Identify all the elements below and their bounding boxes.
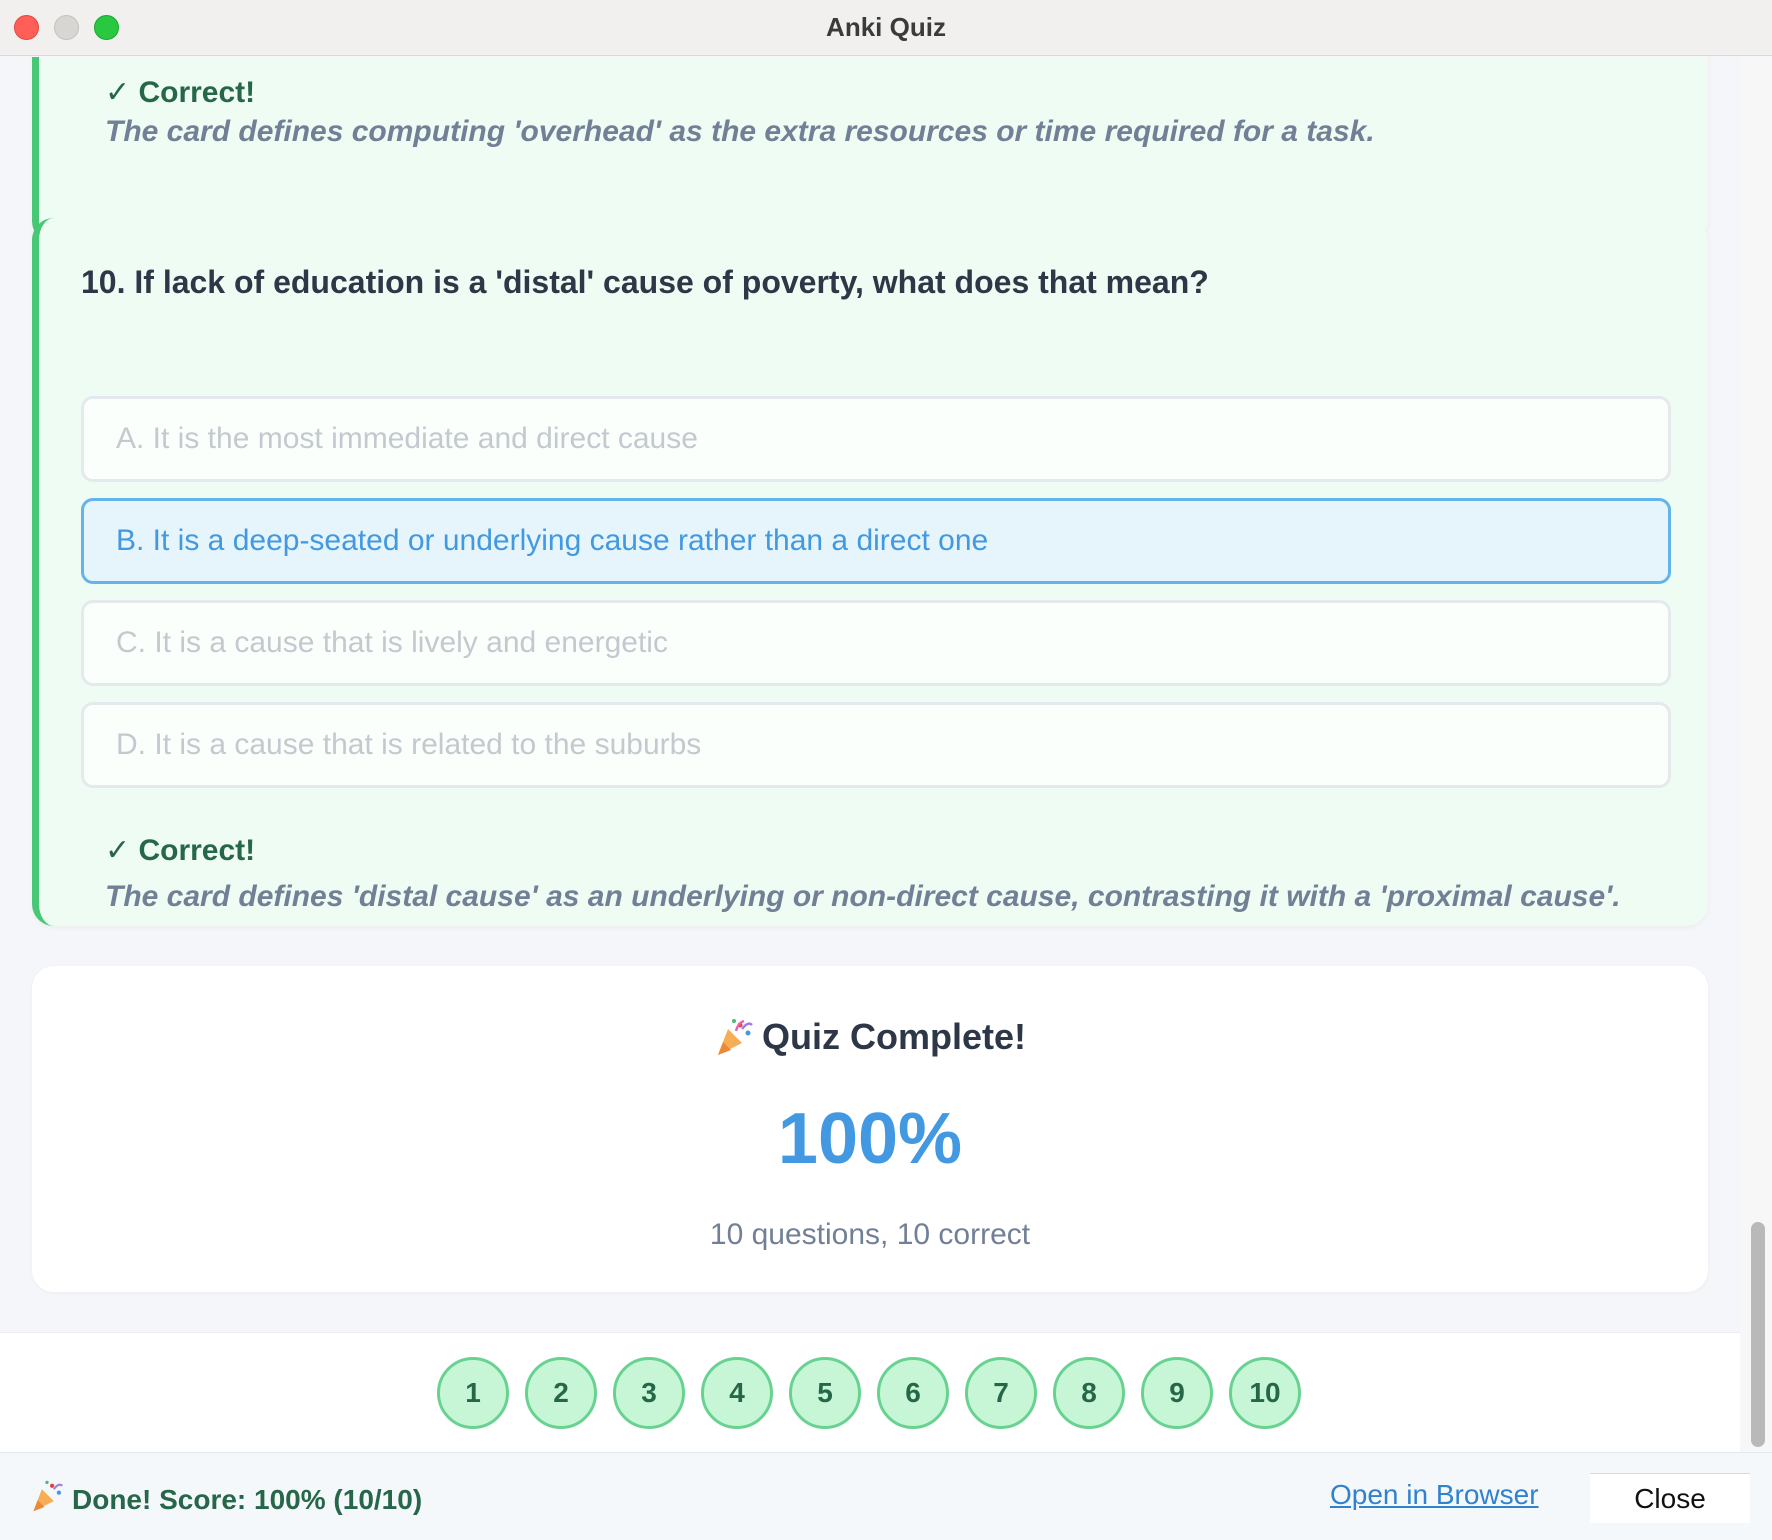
question-nav-button[interactable]: 10 [1229,1357,1301,1429]
window-minimize-button[interactable] [54,15,79,40]
question-card-10: 10. If lack of education is a 'distal' c… [32,218,1708,926]
question-nav-button[interactable]: 7 [965,1357,1037,1429]
question-nav-button[interactable]: 2 [525,1357,597,1429]
answer-option-label: C. It is a cause that is lively and ener… [116,626,668,659]
scrollbar-thumb[interactable] [1751,1222,1765,1447]
window-close-button[interactable] [14,15,39,40]
window-title: Anki Quiz [826,12,946,42]
score-summary: 10 questions, 10 correct [709,1218,1031,1251]
footer-status-text: Done! Score: 100% (10/10) [72,1483,423,1515]
feedback-explanation: The card defines 'distal cause' as an un… [105,880,1621,913]
answer-option-c[interactable]: C. It is a cause that is lively and ener… [81,600,1671,686]
feedback-explanation: The card defines computing 'overhead' as… [105,115,1375,148]
question-card-9: ✓ Correct! The card defines computing 'o… [32,57,1708,243]
answer-option-b[interactable]: B. It is a deep-seated or underlying cau… [81,498,1671,584]
question-nav-button[interactable]: 5 [789,1357,861,1429]
feedback-title: ✓ Correct! [105,834,256,867]
question-nav-button[interactable]: 3 [613,1357,685,1429]
answer-option-d[interactable]: D. It is a cause that is related to the … [81,702,1671,788]
question-text: 10. If lack of education is a 'distal' c… [81,264,1209,300]
footer-bar: Done! Score: 100% (10/10) Open in Browse… [0,1452,1772,1540]
window-maximize-button[interactable] [94,15,119,40]
result-title-text: Quiz Complete! [761,1016,1026,1057]
vertical-scrollbar[interactable] [1740,57,1772,1452]
quiz-result-card: Quiz Complete! 100% 10 questions, 10 cor… [32,966,1708,1292]
quiz-scroll-area[interactable]: ✓ Correct! The card defines computing 'o… [0,57,1772,1332]
question-nav-button[interactable]: 8 [1053,1357,1125,1429]
question-nav-button[interactable]: 6 [877,1357,949,1429]
window-controls [14,15,119,40]
score-percentage: 100% [777,1099,963,1179]
feedback-title: ✓ Correct! [105,76,256,109]
question-nav-button[interactable]: 9 [1141,1357,1213,1429]
answer-option-label: A. It is the most immediate and direct c… [116,422,698,455]
party-popper-icon [714,1017,754,1057]
question-navigation: 1 2 3 4 5 6 7 8 9 10 [0,1332,1740,1452]
party-popper-icon [30,1479,64,1520]
answer-option-a[interactable]: A. It is the most immediate and direct c… [81,396,1671,482]
close-button[interactable]: Close [1590,1473,1750,1523]
answer-option-label: D. It is a cause that is related to the … [116,728,702,761]
title-bar: Anki Quiz [0,0,1772,56]
open-in-browser-link[interactable]: Open in Browser [1330,1479,1539,1511]
question-nav-button[interactable]: 4 [701,1357,773,1429]
footer-status: Done! Score: 100% (10/10) [30,1479,422,1520]
answer-option-label: B. It is a deep-seated or underlying cau… [116,524,989,557]
question-nav-button[interactable]: 1 [437,1357,509,1429]
result-title: Quiz Complete! [32,1016,1708,1058]
